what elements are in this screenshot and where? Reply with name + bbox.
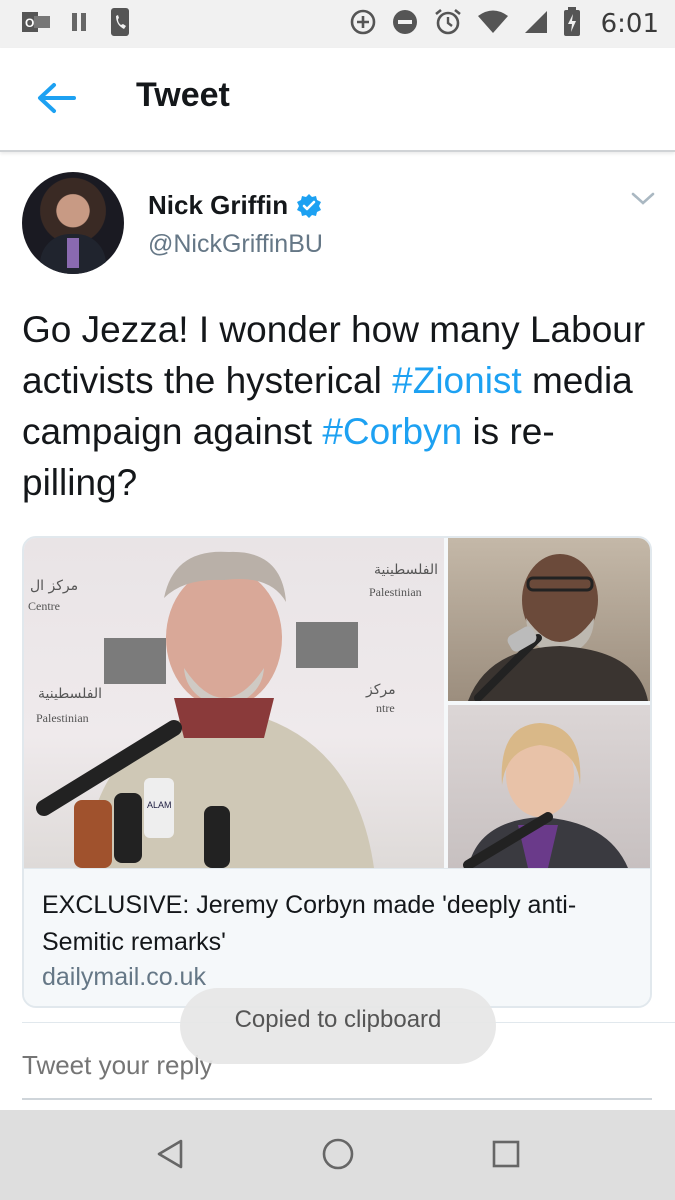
- data-saver-icon: [349, 8, 377, 41]
- svg-text:الفلسطينية: الفلسطينية: [38, 686, 102, 702]
- tweet-options-button[interactable]: [630, 190, 660, 214]
- card-image-secondary-bottom: [448, 705, 650, 868]
- avatar[interactable]: [22, 172, 124, 274]
- reply-underline: [22, 1098, 652, 1100]
- pause-icon: [70, 11, 90, 38]
- circle-home-icon: [321, 1137, 355, 1176]
- arrow-left-icon: [36, 82, 76, 119]
- status-bar-left: O: [22, 7, 130, 42]
- svg-text:Palestinian: Palestinian: [36, 711, 89, 725]
- hashtag-link[interactable]: #Zionist: [392, 360, 522, 401]
- tweet-text: Go Jezza! I wonder how many Labour activ…: [22, 304, 652, 508]
- svg-text:Centre: Centre: [28, 599, 60, 613]
- alarm-icon: [433, 7, 463, 42]
- square-recents-icon: [491, 1139, 521, 1174]
- outlook-icon: O: [22, 10, 50, 39]
- hashtag-link[interactable]: #Corbyn: [322, 411, 462, 452]
- card-image-secondary-top: [448, 538, 650, 701]
- toast-text: Copied to clipboard: [234, 1006, 442, 1033]
- card-title: EXCLUSIVE: Jeremy Corbyn made 'deeply an…: [42, 891, 577, 956]
- chevron-down-icon: [630, 192, 656, 212]
- link-card[interactable]: مركز ال Centre الفلسطينية Palestinian ال…: [22, 536, 652, 1008]
- status-time: 6:01: [600, 9, 659, 39]
- nav-back-button[interactable]: [148, 1134, 192, 1178]
- battery-charging-icon: [563, 6, 581, 42]
- card-domain: dailymail.co.uk: [42, 963, 206, 991]
- card-image-main: مركز ال Centre الفلسطينية Palestinian ال…: [24, 538, 444, 868]
- svg-text:ALAM: ALAM: [147, 800, 172, 810]
- phone-icon: [110, 7, 130, 42]
- status-bar-right: 6:01: [349, 6, 659, 42]
- svg-text:الفلسطينية: الفلسطينية: [374, 562, 438, 578]
- page-title: Tweet: [136, 76, 230, 114]
- wifi-icon: [477, 9, 509, 40]
- clipboard-toast: Copied to clipboard: [180, 988, 496, 1064]
- do-not-disturb-icon: [391, 8, 419, 41]
- card-meta: EXCLUSIVE: Jeremy Corbyn made 'deeply an…: [24, 868, 650, 1006]
- svg-text:ntre: ntre: [376, 701, 395, 715]
- signal-icon: [523, 9, 549, 40]
- status-bar: O 6:01: [0, 0, 675, 48]
- app-bar: Tweet: [0, 48, 675, 152]
- user-handle[interactable]: @NickGriffinBU: [148, 230, 323, 259]
- triangle-back-icon: [155, 1138, 185, 1175]
- avatar-tie: [67, 238, 79, 268]
- nav-recents-button[interactable]: [484, 1134, 528, 1178]
- verified-badge-icon: [296, 193, 322, 219]
- user-display-name: Nick Griffin: [148, 190, 289, 220]
- navigation-bar: [0, 1110, 675, 1200]
- user-name[interactable]: Nick Griffin: [148, 190, 322, 221]
- svg-text:مركز: مركز: [365, 682, 396, 698]
- back-button[interactable]: [30, 78, 82, 122]
- nav-home-button[interactable]: [316, 1134, 360, 1178]
- svg-text:مركز ال: مركز ال: [30, 578, 78, 594]
- svg-text:Palestinian: Palestinian: [369, 585, 422, 599]
- svg-text:O: O: [25, 16, 34, 30]
